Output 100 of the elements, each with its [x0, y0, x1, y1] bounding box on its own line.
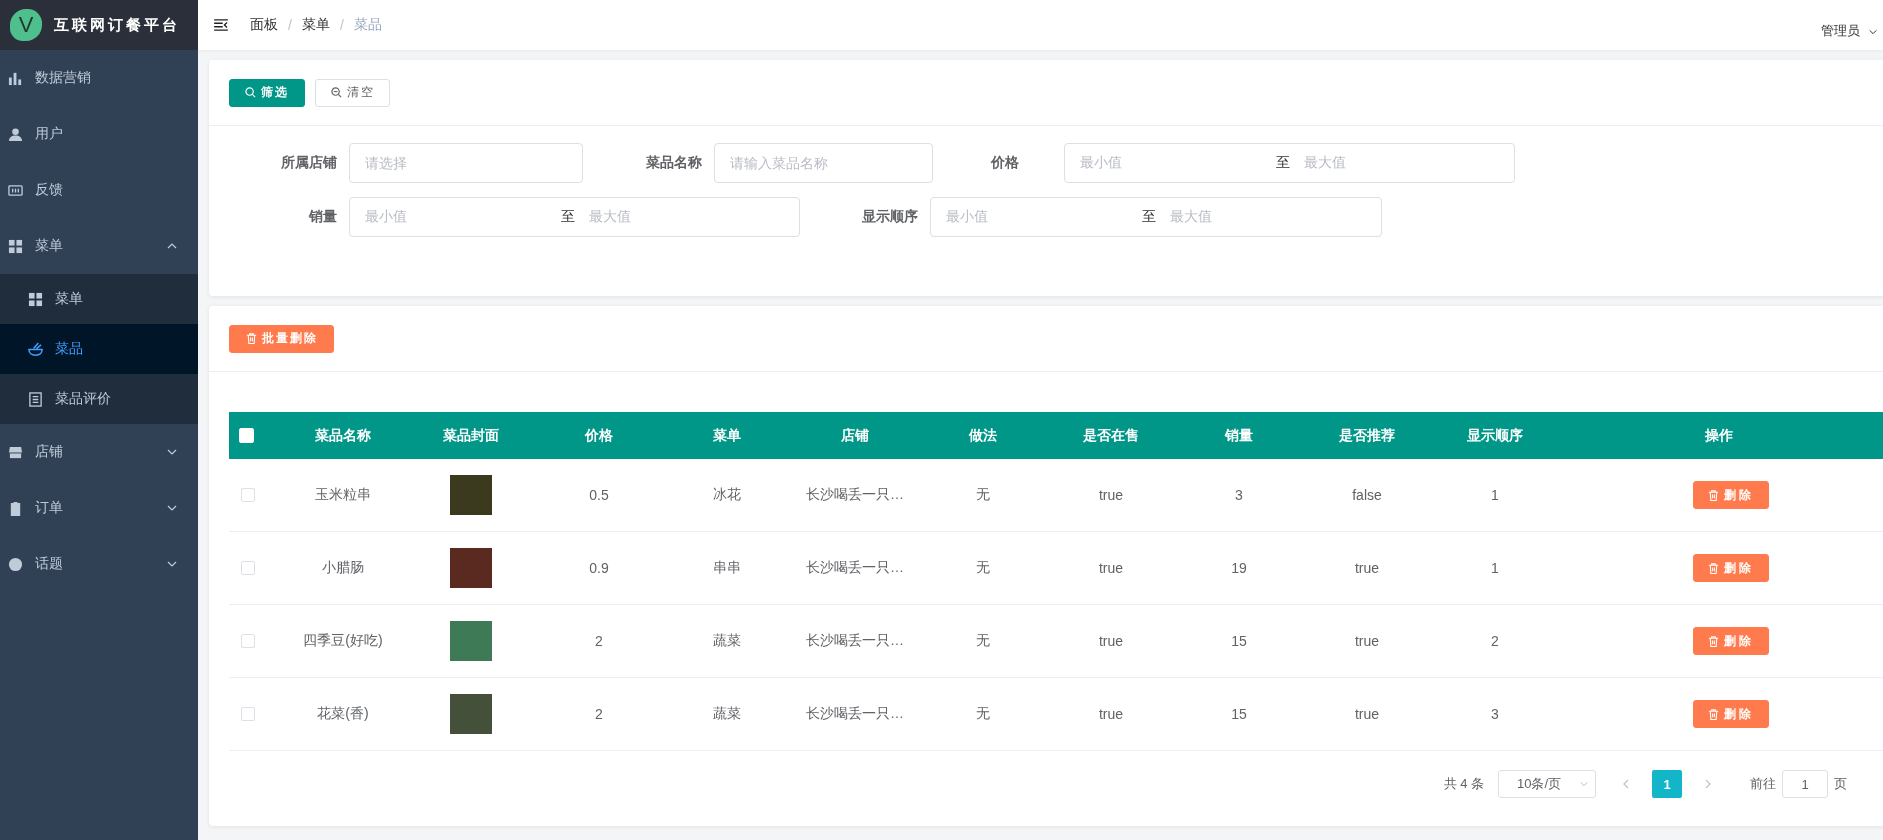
table-cell: true: [1098, 560, 1124, 576]
table-cell: 2: [1491, 633, 1499, 649]
menu-fold-icon[interactable]: [214, 19, 228, 31]
table-cell: true: [1098, 487, 1124, 503]
photo-placeholder: [450, 694, 492, 734]
range-field[interactable]: 最小值 至 最大值: [1064, 143, 1515, 183]
field-label: 价格: [989, 154, 1020, 172]
photo-placeholder: [450, 621, 492, 661]
table-cell: 3: [1491, 706, 1499, 722]
breadcrumb-item[interactable]: 面板: [250, 16, 278, 34]
table-cell: 3: [1235, 487, 1243, 503]
sidebar-item[interactable]: 订单: [0, 480, 198, 536]
logo-icon: V: [10, 9, 42, 41]
sidebar-subitem[interactable]: 菜单: [0, 274, 198, 324]
table-cell: 2: [595, 633, 603, 649]
table-cell: 冰花: [713, 486, 741, 504]
column-header: 菜品名称: [315, 426, 371, 445]
column-header: 操作: [1705, 426, 1733, 445]
table-cell: 15: [1231, 706, 1247, 722]
user-name[interactable]: 管理员: [1821, 22, 1860, 40]
table-cell: 四季豆(好吃): [303, 632, 383, 650]
page-suffix: 页: [1834, 775, 1847, 793]
feedback-icon: [8, 182, 23, 198]
caret-icon[interactable]: [1868, 27, 1878, 37]
breadcrumb-separator: /: [339, 17, 344, 33]
table-cell: true: [1354, 706, 1380, 722]
goto-label: 前往: [1750, 775, 1776, 793]
trash-icon: [1708, 489, 1719, 501]
sidebar-item[interactable]: 数据营销: [0, 50, 198, 106]
table-cell: 无: [976, 559, 990, 577]
trash-icon: [1708, 635, 1719, 647]
page-size-select[interactable]: 10条/页: [1498, 770, 1596, 798]
table-cell: 玉米粒串: [315, 486, 371, 504]
table-cell: 小腊肠: [322, 559, 364, 577]
sidebar-item[interactable]: 话题: [0, 536, 198, 592]
table-cell: 长沙喝丢一只…: [806, 486, 904, 504]
breadcrumb-item: 菜品: [353, 16, 382, 34]
sidebar-item[interactable]: 店铺: [0, 424, 198, 480]
topic-icon: [8, 556, 23, 572]
input-field[interactable]: 请输入菜品名称: [714, 143, 933, 183]
grid-icon: [8, 238, 23, 254]
row-checkbox[interactable]: [241, 488, 255, 502]
bowl-icon: [28, 341, 43, 357]
table-cell: 15: [1231, 633, 1247, 649]
filter-button[interactable]: 筛选: [229, 78, 305, 107]
sidebar-item[interactable]: 用户: [0, 106, 198, 162]
list-icon: [28, 391, 43, 407]
table-cell: 1: [1491, 560, 1499, 576]
table-cell: true: [1354, 560, 1380, 576]
range-field[interactable]: 最小值 至 最大值: [349, 197, 800, 237]
column-header: 价格: [585, 426, 613, 445]
table-cell: 1: [1491, 487, 1499, 503]
column-header: 显示顺序: [1467, 426, 1523, 445]
field-label: 显示顺序: [861, 208, 919, 226]
column-header: 菜品封面: [443, 426, 499, 445]
clipboard-icon: [8, 500, 23, 516]
select-all-checkbox[interactable]: [239, 428, 254, 443]
breadcrumb-separator: /: [288, 17, 292, 33]
table-cell: true: [1354, 633, 1380, 649]
field-label: 所属店铺: [280, 154, 338, 172]
sidebar-subitem[interactable]: 菜品: [0, 324, 198, 374]
trash-icon: [1708, 708, 1719, 720]
table-cell: 长沙喝丢一只…: [806, 705, 904, 723]
table-cell: 串串: [713, 559, 741, 577]
bar-chart-icon: [8, 70, 23, 86]
zoom-out-icon: [330, 87, 342, 98]
column-header: 做法: [969, 426, 997, 445]
search-icon: [245, 87, 256, 98]
table-cell: 2: [595, 706, 603, 722]
table-cell: true: [1098, 706, 1124, 722]
row-checkbox[interactable]: [241, 707, 255, 721]
table-cell: 长沙喝丢一只…: [806, 559, 904, 577]
table-cell: 长沙喝丢一只…: [806, 632, 904, 650]
row-checkbox[interactable]: [241, 561, 255, 575]
column-header: 菜单: [713, 426, 741, 445]
select-field[interactable]: 请选择: [349, 143, 583, 183]
table-cell: 无: [976, 705, 990, 723]
sidebar-item[interactable]: 反馈: [0, 162, 198, 218]
table-cell: 无: [976, 486, 990, 504]
sidebar-item[interactable]: 菜单: [0, 218, 198, 274]
table-cell: false: [1352, 487, 1382, 503]
total-count: 共 4 条: [1443, 775, 1484, 793]
column-header: 是否在售: [1083, 426, 1139, 445]
field-label: 菜品名称: [645, 154, 703, 172]
grid-icon: [28, 291, 43, 307]
table-cell: 蔬菜: [713, 632, 741, 650]
row-checkbox[interactable]: [241, 634, 255, 648]
clear-button[interactable]: 清空: [315, 78, 390, 107]
caret-icon: [1579, 779, 1590, 789]
sidebar-subitem[interactable]: 菜品评价: [0, 374, 198, 424]
photo-placeholder: [450, 475, 492, 515]
photo-placeholder: [450, 548, 492, 588]
table-cell: true: [1098, 633, 1124, 649]
column-header: 店铺: [841, 426, 869, 445]
range-field[interactable]: 最小值 至 最大值: [930, 197, 1382, 237]
trash-icon: [1708, 562, 1719, 574]
page-input[interactable]: 1: [1782, 770, 1828, 798]
user-icon: [8, 126, 23, 142]
breadcrumb-item[interactable]: 菜单: [301, 16, 330, 34]
table-cell: 19: [1231, 560, 1247, 576]
